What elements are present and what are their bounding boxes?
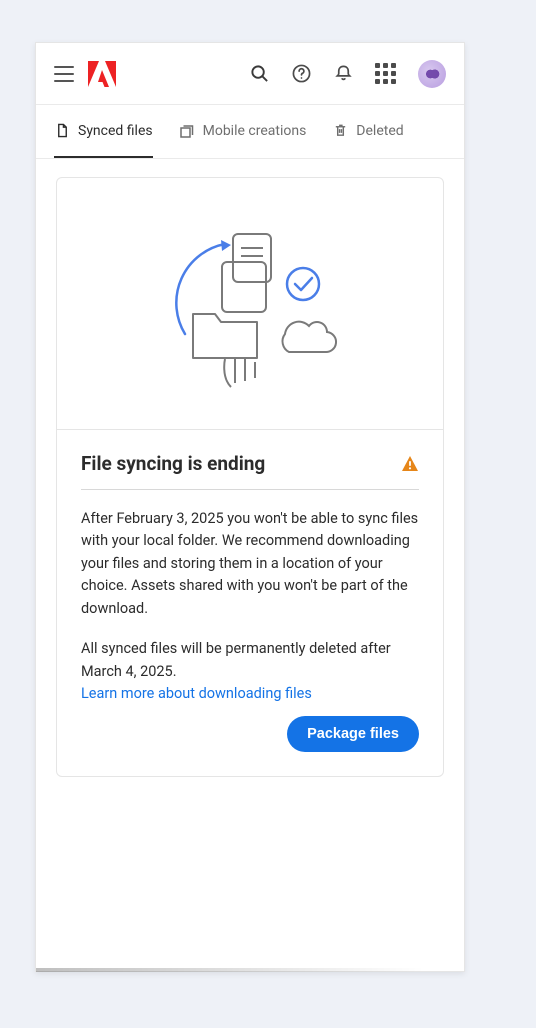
adobe-logo[interactable] xyxy=(88,61,116,87)
notice-card: File syncing is ending After February 3,… xyxy=(56,177,444,777)
tabs-bar: Synced files Mobile creations xyxy=(36,105,464,159)
trash-icon xyxy=(332,123,348,139)
bell-icon[interactable] xyxy=(333,64,353,84)
header-actions xyxy=(249,60,446,88)
tab-synced-files[interactable]: Synced files xyxy=(54,105,153,158)
package-files-button[interactable]: Package files xyxy=(287,716,419,752)
card-title: File syncing is ending xyxy=(81,452,265,475)
warning-icon xyxy=(401,455,419,473)
card-text: After February 3, 2025 you won't be able… xyxy=(81,508,419,683)
search-icon[interactable] xyxy=(249,64,269,84)
stack-icon xyxy=(179,123,195,139)
tab-label: Mobile creations xyxy=(203,123,307,139)
tab-label: Synced files xyxy=(78,123,153,139)
menu-icon[interactable] xyxy=(54,66,74,82)
apps-grid-icon[interactable] xyxy=(375,63,396,84)
header-bar xyxy=(36,43,464,105)
sync-illustration xyxy=(57,178,443,430)
app-panel: Synced files Mobile creations xyxy=(35,42,465,972)
paragraph-1: After February 3, 2025 you won't be able… xyxy=(81,508,419,620)
tab-label: Deleted xyxy=(356,123,403,139)
tab-mobile-creations[interactable]: Mobile creations xyxy=(179,105,307,158)
help-icon[interactable] xyxy=(291,64,311,84)
scroll-shadow xyxy=(36,968,424,972)
learn-more-link[interactable]: Learn more about downloading files xyxy=(81,685,312,702)
avatar[interactable] xyxy=(418,60,446,88)
tab-deleted[interactable]: Deleted xyxy=(332,105,403,158)
paragraph-2: All synced files will be permanently del… xyxy=(81,638,419,683)
card-body: File syncing is ending After February 3,… xyxy=(57,430,443,776)
file-icon xyxy=(54,123,70,139)
